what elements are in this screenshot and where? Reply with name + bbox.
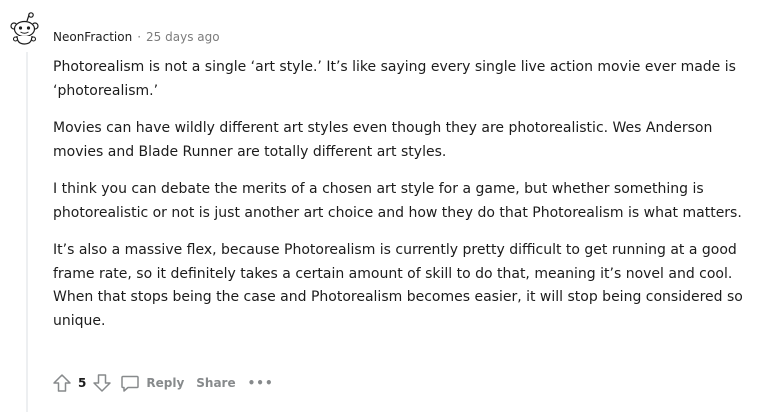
downvote-arrow-icon [93,374,112,392]
avatar[interactable] [8,12,42,46]
upvote-button[interactable] [50,371,74,395]
meta-separator: · [137,30,142,44]
comment-bubble-icon [121,375,140,392]
comment: NeonFraction · 25 days ago Photorealism … [0,0,767,412]
username-link[interactable]: NeonFraction [53,28,132,46]
comment-paragraph: It’s also a massive flex, because Photor… [53,242,743,329]
share-button[interactable]: Share [190,369,241,397]
reply-button[interactable]: Reply [114,369,190,397]
reply-label: Reply [146,376,185,390]
snoo-avatar-icon [10,12,39,45]
more-options-button[interactable]: ••• [242,369,280,397]
downvote-button[interactable] [90,371,114,395]
timestamp-link[interactable]: 25 days ago [146,28,220,46]
comment-paragraph: Photorealism is not a single ‘art style.… [53,59,736,99]
comment-meta: NeonFraction · 25 days ago [53,28,220,46]
thread-line[interactable] [26,52,28,412]
upvote-arrow-icon [53,374,71,392]
comment-paragraph: I think you can debate the merits of a c… [53,181,742,221]
comment-action-bar: 5 Reply Share ••• [50,369,280,397]
more-dots-icon: ••• [247,376,274,390]
share-label: Share [196,376,236,390]
comment-body: Photorealism is not a single ‘art style.… [53,56,753,347]
vote-score: 5 [78,376,87,390]
comment-paragraph: Movies can have wildly different art sty… [53,120,713,160]
